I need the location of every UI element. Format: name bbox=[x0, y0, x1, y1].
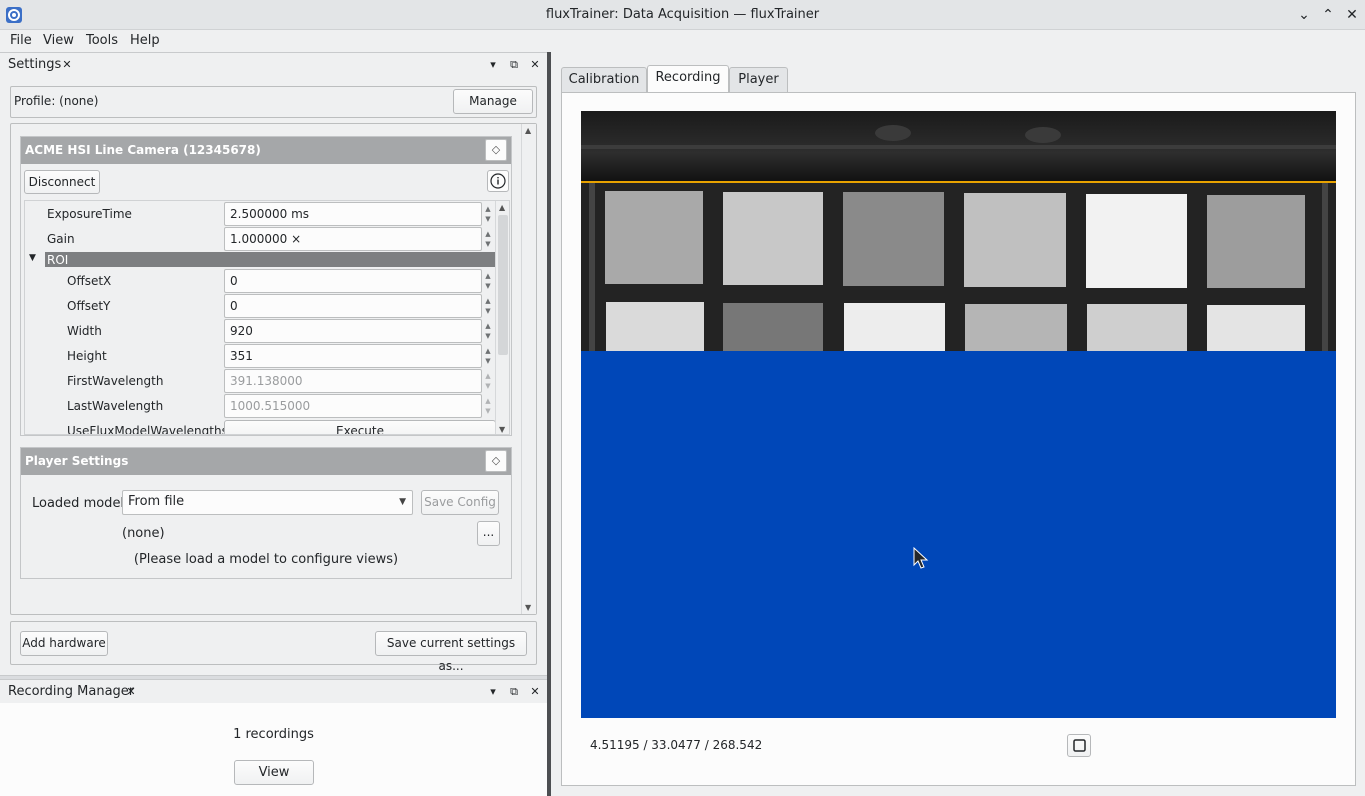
recording-float-dock-icon[interactable]: ⧉ bbox=[507, 685, 521, 699]
divider bbox=[0, 52, 547, 53]
prop-offsetx-label: OffsetX bbox=[67, 274, 112, 288]
dock-menu-icon[interactable]: ▾ bbox=[486, 58, 500, 72]
manage-button[interactable]: Manage bbox=[453, 89, 533, 114]
camera-preview-image bbox=[581, 111, 1336, 351]
chevron-down-icon: ▼ bbox=[399, 497, 406, 507]
exposuretime-field[interactable]: 2.500000 ms bbox=[224, 202, 482, 226]
gain-field[interactable]: 1.000000 × bbox=[224, 227, 482, 251]
main-splitter[interactable] bbox=[547, 52, 551, 796]
recording-dock-title: Recording Manager bbox=[8, 684, 135, 699]
lastwavelength-field: 1000.515000 bbox=[224, 394, 482, 418]
height-spinner[interactable]: ▲ ▼ bbox=[481, 346, 495, 366]
title-bar: fluxTrainer: Data Acquisition — fluxTrai… bbox=[0, 0, 1365, 30]
settings-dock-title: Settings bbox=[8, 57, 62, 72]
info-button[interactable] bbox=[487, 170, 509, 192]
collapse-player-settings-icon[interactable]: ◇ bbox=[485, 450, 507, 472]
recording-dock-menu-icon[interactable]: ▾ bbox=[486, 685, 500, 699]
property-scrollbar[interactable]: ▲ ▼ bbox=[495, 201, 509, 434]
close-settings-tab-icon[interactable]: ✕ bbox=[60, 58, 74, 72]
width-field[interactable]: 920 bbox=[224, 319, 482, 343]
recordings-count: 1 recordings bbox=[233, 727, 314, 742]
height-field[interactable]: 351 bbox=[224, 344, 482, 368]
menu-help[interactable]: Help bbox=[130, 33, 160, 48]
lastwavelength-spinner: ▲ ▼ bbox=[485, 397, 491, 415]
offsetx-field[interactable]: 0 bbox=[224, 269, 482, 293]
player-settings-title: Player Settings bbox=[25, 454, 129, 468]
minimize-icon[interactable]: ⌄ bbox=[1295, 6, 1313, 24]
maximize-icon[interactable]: ⌃ bbox=[1319, 6, 1337, 24]
menu-tools[interactable]: Tools bbox=[86, 33, 118, 48]
camera-viewer[interactable] bbox=[581, 111, 1336, 718]
load-model-hint: (Please load a model to configure views) bbox=[133, 552, 399, 567]
prop-exposuretime-label: ExposureTime bbox=[47, 207, 132, 221]
prop-offsety-label: OffsetY bbox=[67, 299, 111, 313]
firstwavelength-field: 391.138000 bbox=[224, 369, 482, 393]
prop-usefluxmodel-label: UseFluxModelWavelengths bbox=[67, 424, 228, 435]
window-title: fluxTrainer: Data Acquisition — fluxTrai… bbox=[545, 7, 820, 22]
loaded-model-label: Loaded model: bbox=[32, 496, 129, 511]
menu-view[interactable]: View bbox=[43, 33, 74, 48]
gain-spinner[interactable]: ▲ ▼ bbox=[481, 229, 495, 249]
loaded-model-select[interactable]: From file ▼ bbox=[122, 490, 413, 515]
add-hardware-button[interactable]: Add hardware bbox=[20, 631, 108, 656]
model-name: (none) bbox=[122, 526, 165, 541]
prop-width-label: Width bbox=[67, 324, 102, 338]
app-gear-icon bbox=[6, 7, 22, 23]
exposuretime-spinner[interactable]: ▲ ▼ bbox=[481, 204, 495, 224]
info-icon bbox=[490, 173, 506, 189]
tab-recording[interactable]: Recording bbox=[647, 65, 729, 93]
loaded-model-value: From file bbox=[128, 494, 185, 509]
save-current-settings-button[interactable]: Save current settings as... bbox=[375, 631, 527, 673]
pixel-readout: 4.51195 / 33.0477 / 268.542 bbox=[590, 738, 763, 752]
camera-title: ACME HSI Line Camera (12345678) bbox=[25, 143, 261, 157]
profile-label: Profile: (none) bbox=[14, 94, 99, 108]
mouse-cursor-icon bbox=[913, 547, 929, 569]
settings-scrollbar[interactable]: ▲ ▼ bbox=[521, 124, 536, 614]
save-config-button[interactable]: Save Config bbox=[421, 490, 499, 515]
float-dock-icon[interactable]: ⧉ bbox=[507, 58, 521, 72]
browse-model-button[interactable]: ... bbox=[477, 521, 500, 546]
view-recordings-button[interactable]: View bbox=[234, 760, 314, 785]
menu-bar bbox=[0, 30, 1365, 52]
camera-header: ACME HSI Line Camera (12345678) bbox=[21, 137, 511, 164]
offsetx-spinner[interactable]: ▲ ▼ bbox=[481, 271, 495, 291]
tab-player[interactable]: Player bbox=[729, 67, 788, 92]
close-recording-tab-icon[interactable]: ✕ bbox=[124, 685, 138, 699]
roi-expand-icon[interactable]: ▼ bbox=[29, 253, 36, 263]
dock-splitter[interactable] bbox=[0, 675, 548, 680]
prop-lastwavelength-label: LastWavelength bbox=[67, 399, 164, 413]
offsety-field[interactable]: 0 bbox=[224, 294, 482, 318]
width-spinner[interactable]: ▲ ▼ bbox=[481, 321, 495, 341]
tab-calibration[interactable]: Calibration bbox=[561, 67, 647, 92]
recording-close-dock-icon[interactable]: ✕ bbox=[528, 685, 542, 699]
close-window-icon[interactable]: ✕ bbox=[1343, 6, 1361, 24]
prop-firstwavelength-label: FirstWavelength bbox=[67, 374, 164, 388]
collapse-camera-icon[interactable]: ◇ bbox=[485, 139, 507, 161]
firstwavelength-spinner: ▲ ▼ bbox=[485, 372, 491, 390]
roi-row[interactable] bbox=[45, 252, 495, 267]
roi-label: ROI bbox=[47, 253, 69, 267]
player-settings-header: Player Settings bbox=[21, 448, 511, 475]
prop-height-label: Height bbox=[67, 349, 107, 363]
property-tree: ExposureTime 2.500000 ms ▲ ▼ Gain 1.00000… bbox=[24, 200, 510, 435]
disconnect-button[interactable]: Disconnect bbox=[24, 170, 100, 194]
toggle-view-button[interactable] bbox=[1067, 734, 1091, 757]
square-icon bbox=[1073, 739, 1086, 752]
execute-button[interactable]: Execute bbox=[224, 420, 496, 434]
menu-file[interactable]: File bbox=[10, 33, 32, 48]
prop-gain-label: Gain bbox=[47, 232, 75, 246]
offsety-spinner[interactable]: ▲ ▼ bbox=[481, 296, 495, 316]
close-dock-icon[interactable]: ✕ bbox=[528, 58, 542, 72]
